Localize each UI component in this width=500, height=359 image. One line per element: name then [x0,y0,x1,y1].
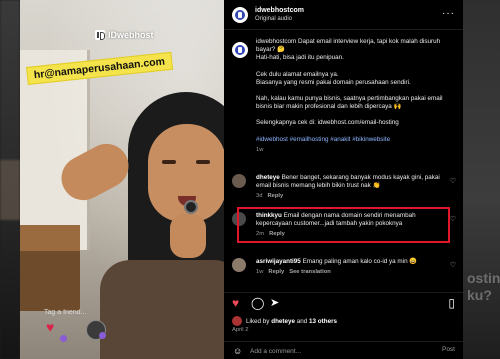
post-date: April 2 [232,327,249,333]
liker-avatar [232,316,242,326]
comment-like-icon[interactable]: ♡ [450,177,456,185]
comment-item: dheteye Bener banget, sekarang banyak mo… [232,174,460,201]
account-username[interactable]: idwebhostcom [255,6,304,15]
brand-name: IDwebhost [108,30,154,40]
caption-line: Biasanya yang resmi pakai domain perusah… [256,78,411,86]
comment-icon[interactable]: ◯ [251,297,264,309]
post-comment-button[interactable]: Post [442,346,455,353]
background-ghost-text: osting ku? [467,270,500,303]
commenter-avatar[interactable] [232,174,246,188]
save-icon[interactable]: ▯ [448,297,455,309]
presenter-eye [162,160,176,164]
likes-and: and [296,317,308,325]
comment-item: asriwijayanti95 Emang paling aman kalo c… [232,258,460,276]
instagram-post-modal: osting ku? IDwebhost hr@namaperusahaan.c… [0,0,500,359]
post-caption: idwebhostcom Dapat email interview kerja… [232,38,456,154]
presenter-hand-holding-mic [170,214,206,258]
account-avatar[interactable] [232,6,248,23]
add-comment-input[interactable] [250,346,410,356]
reaction-badge [99,332,106,339]
comment-time: 1w [256,269,264,276]
likes-prefix: Liked by [246,317,270,325]
likes-summary[interactable]: Liked by dheteye and 13 others [232,316,337,326]
post-header: idwebhostcom Original audio ··· [224,0,463,30]
audio-label[interactable]: Original audio [255,15,304,24]
reply-button[interactable]: Reply [268,269,284,275]
comment-text: Emang paling aman kalo co-id ya min 😄 [302,258,418,265]
caption-line: Cek dulu alamat emailnya ya. [256,70,339,78]
action-bar: ♥ ◯ ➤ ▯ [224,292,463,312]
caption-time: 1w [256,146,264,153]
commenter-username[interactable]: dheteye [256,174,280,181]
likes-others[interactable]: 13 others [309,318,337,325]
liker-username[interactable]: dheteye [271,318,295,325]
caption-line: idwebhostcom Dapat email interview kerja… [256,38,441,54]
commenter-avatar[interactable] [232,258,246,272]
blurred-background-right: osting ku? [463,0,500,359]
reel-video[interactable] [20,0,224,359]
highlighted-comment-box [237,207,450,243]
reply-button[interactable]: Reply [267,193,283,199]
comment-like-icon[interactable]: ♡ [450,261,456,269]
more-icon[interactable]: ··· [442,9,455,19]
brand-logo-icon [95,30,105,40]
caption-line: Selengkapnya cek di: idwebhost.com/email… [256,119,399,127]
tag-friend-hint[interactable]: Tag a friend... [44,309,86,316]
post-panel: idwebhostcom Original audio ··· idwebhos… [224,0,463,359]
brand-watermark: IDwebhost [95,30,154,40]
comment-like-icon[interactable]: ♡ [450,215,456,223]
presenter-eye [196,160,210,164]
microphone-icon [184,200,198,214]
share-icon[interactable]: ➤ [270,297,279,309]
caption-hashtags[interactable]: #idwebhost #emailhosting #anakit #bikinw… [256,136,456,144]
see-translation-link[interactable]: See translation [289,269,331,275]
caption-avatar[interactable] [232,42,248,58]
presenter-body [100,260,224,359]
smiley-icon[interactable]: ☺ [233,346,242,356]
floating-heart-icon: ♥ [46,319,55,335]
add-comment-bar: ☺ Post [224,341,463,359]
comment-text: Bener banget, sekarang banyak modus kaya… [256,174,440,190]
caption-line: Nah, kalau kamu punya bisnis, saatnya pe… [256,95,443,111]
caption-line: Hati-hati, bisa jadi itu penipuan. [256,54,344,62]
commenter-username[interactable]: asriwijayanti95 [256,258,301,265]
comment-time: 3d [256,193,263,200]
blurred-background-left [0,0,20,359]
heart-icon[interactable]: ♥ [232,297,239,309]
comments-list[interactable]: idwebhostcom Dapat email interview kerja… [224,34,463,290]
reaction-badge [60,335,67,342]
